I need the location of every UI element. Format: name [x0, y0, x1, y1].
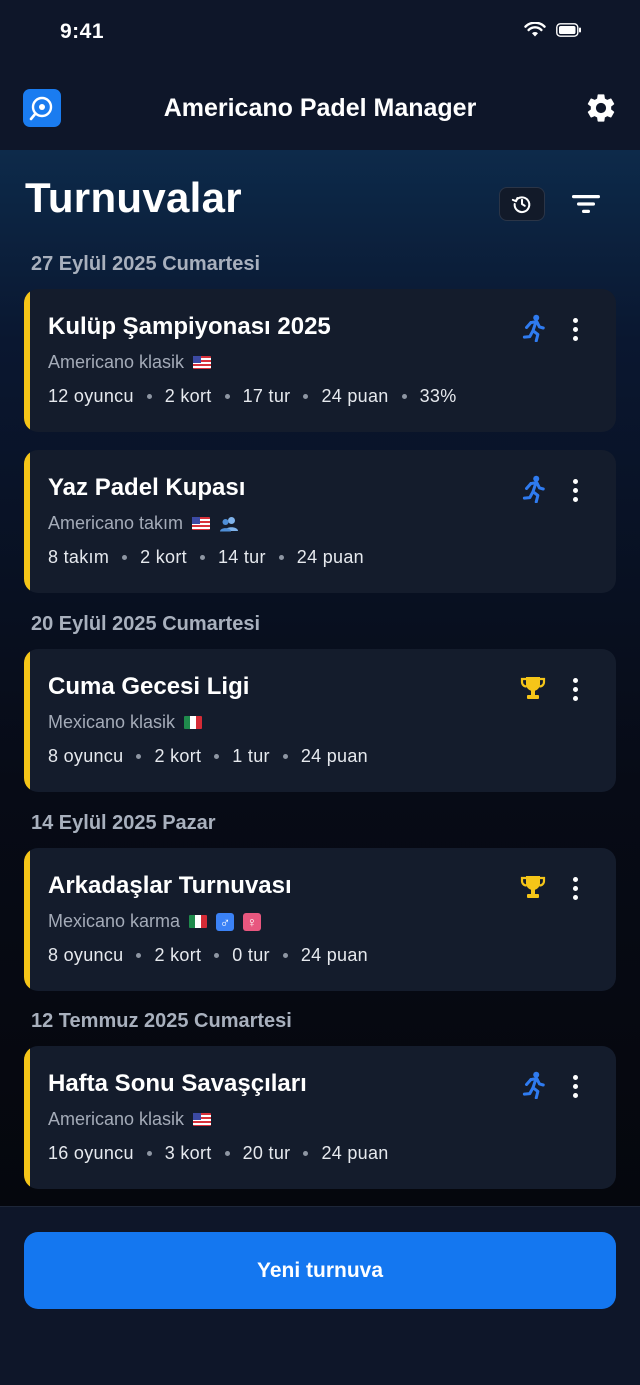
stat-courts: 3 kort — [164, 1143, 212, 1163]
history-button[interactable] — [499, 187, 545, 221]
more-options-icon[interactable] — [564, 476, 586, 504]
stat-progress: 33% — [419, 386, 457, 406]
tournament-list-area: Turnuvalar 27 Eylül 2025 Cumartesi Kulüp… — [0, 150, 640, 1206]
trophy-icon — [520, 677, 546, 699]
running-icon — [522, 475, 545, 503]
trophy-icon — [520, 876, 546, 898]
mexico-flag-icon — [189, 915, 208, 928]
tournament-card[interactable]: Cuma Gecesi Ligi Mexicano klasik 8 oyunc… — [24, 649, 616, 792]
app-header: 9:41 Americano Padel Manager — [0, 0, 640, 150]
mexico-flag-icon — [184, 716, 203, 729]
stat-rounds: 20 tur — [242, 1143, 291, 1163]
tournament-card[interactable]: Yaz Padel Kupası Americano takım 8 takım… — [24, 450, 616, 593]
female-sign-icon: ♀ — [243, 912, 262, 931]
more-options-icon[interactable] — [564, 1072, 586, 1100]
format-label: Mexicano karma — [48, 911, 181, 931]
running-icon — [522, 1071, 545, 1099]
stat-points: 24 puan — [300, 945, 368, 965]
stat-players: 8 oyuncu — [48, 746, 124, 766]
stat-points: 24 puan — [296, 547, 364, 567]
wifi-icon — [524, 22, 546, 37]
more-options-icon[interactable] — [564, 675, 586, 703]
stat-points: 24 puan — [321, 1143, 389, 1163]
more-options-icon[interactable] — [564, 874, 586, 902]
date-header: 14 Eylül 2025 Pazar — [31, 812, 216, 834]
format-label: Americano takım — [48, 513, 184, 533]
stat-rounds: 14 tur — [217, 547, 266, 567]
tournament-card[interactable]: Hafta Sonu Savaşçıları Americano klasik … — [24, 1046, 616, 1189]
tournament-stats: 8 takım 2 kort 14 tur 24 puan — [48, 547, 364, 568]
stat-rounds: 0 tur — [232, 945, 270, 965]
settings-gear-icon[interactable] — [584, 91, 618, 125]
format-label: Americano klasik — [48, 1109, 185, 1129]
more-options-icon[interactable] — [564, 315, 586, 343]
battery-icon — [556, 23, 581, 37]
tournament-card[interactable]: Arkadaşlar Turnuvası Mexicano karma ♂ ♀ … — [24, 848, 616, 991]
filter-icon — [572, 195, 600, 213]
format-label: Mexicano klasik — [48, 712, 176, 732]
us-flag-icon — [192, 517, 211, 530]
team-icon — [220, 516, 239, 531]
us-flag-icon — [193, 356, 212, 369]
stat-courts: 2 kort — [140, 547, 187, 567]
tournament-card[interactable]: Kulüp Şampiyonası 2025 Americano klasik … — [24, 289, 616, 432]
tournament-title: Cuma Gecesi Ligi — [48, 673, 250, 700]
stat-courts: 2 kort — [154, 945, 202, 965]
status-time: 9:41 — [60, 20, 105, 43]
stat-points: 24 puan — [300, 746, 368, 766]
bottom-action-bar: Yeni turnuva — [0, 1206, 640, 1385]
tournament-format: Mexicano karma ♂ ♀ — [48, 911, 262, 932]
us-flag-icon — [193, 1113, 212, 1126]
tournament-title: Arkadaşlar Turnuvası — [48, 872, 292, 899]
stat-rounds: 17 tur — [242, 386, 291, 406]
format-label: Americano klasik — [48, 352, 185, 372]
tournament-stats: 8 oyuncu 2 kort 0 tur 24 puan — [48, 945, 368, 966]
tournament-title: Hafta Sonu Savaşçıları — [48, 1070, 307, 1097]
page-title: Turnuvalar — [25, 174, 242, 221]
tournament-format: Americano takım — [48, 513, 239, 534]
tournament-format: Americano klasik — [48, 352, 212, 373]
date-header: 12 Temmuz 2025 Cumartesi — [31, 1010, 292, 1032]
date-header: 20 Eylül 2025 Cumartesi — [31, 613, 261, 635]
new-tournament-button[interactable]: Yeni turnuva — [24, 1232, 616, 1309]
stat-rounds: 1 tur — [232, 746, 270, 766]
stat-teams: 8 takım — [48, 547, 110, 567]
tournament-format: Americano klasik — [48, 1109, 212, 1130]
tournament-stats: 8 oyuncu 2 kort 1 tur 24 puan — [48, 746, 368, 767]
stat-players: 8 oyuncu — [48, 945, 124, 965]
tournament-format: Mexicano klasik — [48, 712, 203, 733]
stat-players: 16 oyuncu — [48, 1143, 134, 1163]
stat-points: 24 puan — [321, 386, 389, 406]
tournament-title: Kulüp Şampiyonası 2025 — [48, 313, 331, 340]
stat-players: 12 oyuncu — [48, 386, 134, 406]
date-header: 27 Eylül 2025 Cumartesi — [31, 253, 261, 275]
running-icon — [522, 314, 545, 342]
stat-courts: 2 kort — [164, 386, 212, 406]
app-title: Americano Padel Manager — [163, 94, 477, 122]
status-icons — [524, 22, 582, 38]
tournament-stats: 12 oyuncu 2 kort 17 tur 24 puan 33% — [48, 386, 457, 407]
tournament-stats: 16 oyuncu 3 kort 20 tur 24 puan — [48, 1143, 389, 1164]
filter-button[interactable] — [566, 188, 606, 220]
male-sign-icon: ♂ — [216, 912, 235, 931]
tournament-title: Yaz Padel Kupası — [48, 474, 246, 501]
stat-courts: 2 kort — [154, 746, 202, 766]
history-icon — [511, 196, 531, 213]
